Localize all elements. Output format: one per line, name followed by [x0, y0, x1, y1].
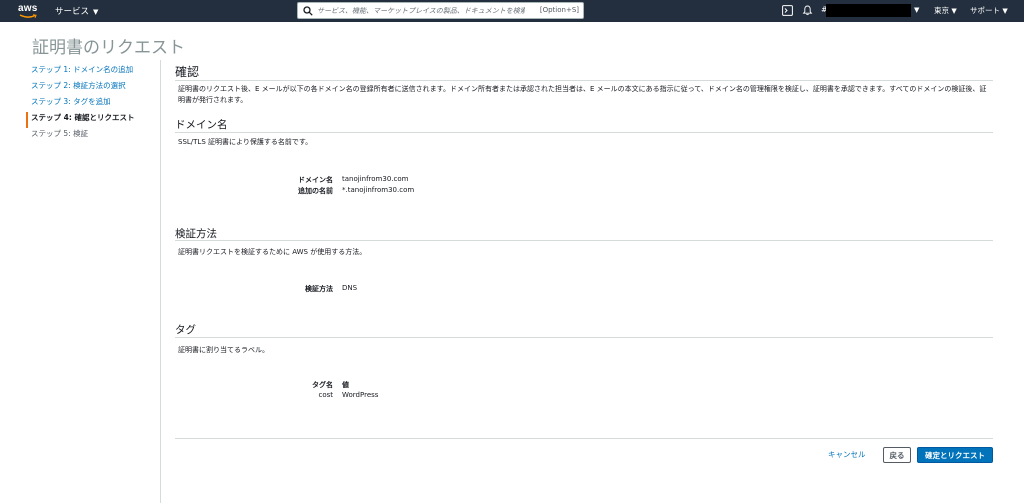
domain-name-label: ドメイン名 [298, 176, 333, 184]
caret-down-icon: ▼ [93, 8, 99, 16]
step-5-pending: ステップ 5: 検証 [31, 129, 89, 138]
search-icon [303, 6, 313, 16]
section-divider [175, 80, 993, 81]
validation-description: 証明書リクエストを検証するために AWS が使用する方法。 [178, 248, 367, 256]
step-2-link[interactable]: ステップ 2: 検証方法の選択 [26, 80, 166, 96]
services-menu[interactable]: サービス ▼ [55, 5, 98, 17]
domain-section-title: ドメイン名 [175, 119, 228, 131]
validation-method-value: DNS [342, 284, 358, 292]
validation-method-label: 検証方法 [305, 285, 333, 293]
caret-down-icon: ▼ [1002, 7, 1008, 15]
tag-value-column-header: 値 [342, 381, 349, 389]
tag-value-cell: WordPress [342, 391, 379, 399]
step-4-current: ステップ 4: 確認とリクエスト [26, 112, 166, 128]
cancel-button[interactable]: キャンセル [828, 449, 866, 460]
confirm-and-request-button[interactable]: 確定とリクエスト [917, 447, 993, 463]
region-label: 東京 [934, 6, 949, 15]
footer-divider [175, 438, 993, 439]
region-menu[interactable]: 東京 ▼ [934, 5, 957, 16]
aws-logo-text: aws [18, 3, 38, 14]
caret-down-icon[interactable]: ▼ [914, 6, 919, 14]
tags-description: 証明書に割り当てるラベル。 [178, 346, 269, 354]
domain-name-value: tanojinfrom30.com [342, 175, 409, 183]
search-placeholder: サービス、機能、マーケットプレイスの製品、ドキュメントを検索 [317, 7, 525, 15]
review-section-title: 確認 [175, 65, 200, 79]
tag-name-cell: cost [318, 391, 333, 399]
section-divider [175, 337, 993, 338]
support-label: サポート [970, 6, 1000, 15]
section-divider [175, 132, 993, 133]
aws-smile-icon [19, 14, 37, 18]
additional-name-label: 追加の名前 [298, 187, 333, 195]
back-button[interactable]: 戻る [883, 447, 911, 463]
domain-description: SSL/TLS 証明書により保護する名前です。 [178, 138, 313, 146]
sidebar-divider [160, 60, 161, 503]
aws-logo[interactable]: aws [18, 3, 40, 19]
wizard-steps: ステップ 1: ドメイン名の追加 ステップ 2: 検証方法の選択 ステップ 3:… [26, 64, 166, 144]
caret-down-icon: ▼ [951, 7, 957, 15]
page-title: 証明書のリクエスト [32, 38, 185, 58]
cloudshell-icon[interactable] [782, 5, 793, 16]
validation-section-title: 検証方法 [175, 228, 217, 240]
support-menu[interactable]: サポート ▼ [970, 5, 1008, 16]
redacted-account-id [826, 4, 911, 17]
tags-section-title: タグ [175, 324, 196, 336]
search-box[interactable]: サービス、機能、マーケットプレイスの製品、ドキュメントを検索 [Option+S… [297, 2, 584, 19]
additional-name-value: *.tanojinfrom30.com [342, 186, 415, 194]
bell-icon[interactable] [802, 5, 813, 16]
review-description: 証明書のリクエスト後、E メールが以下の各ドメイン名の登録所有者に送信されます。… [178, 85, 987, 104]
services-label: サービス [55, 7, 90, 17]
step-3-link[interactable]: ステップ 3: タグを追加 [26, 96, 166, 112]
tag-name-column-header: タグ名 [312, 381, 333, 389]
section-divider [175, 240, 993, 241]
top-navigation-bar: aws サービス ▼ サービス、機能、マーケットプレイスの製品、ドキュメントを検索… [0, 0, 1024, 22]
search-shortcut: [Option+S] [539, 6, 579, 14]
step-1-link[interactable]: ステップ 1: ドメイン名の追加 [26, 64, 166, 80]
